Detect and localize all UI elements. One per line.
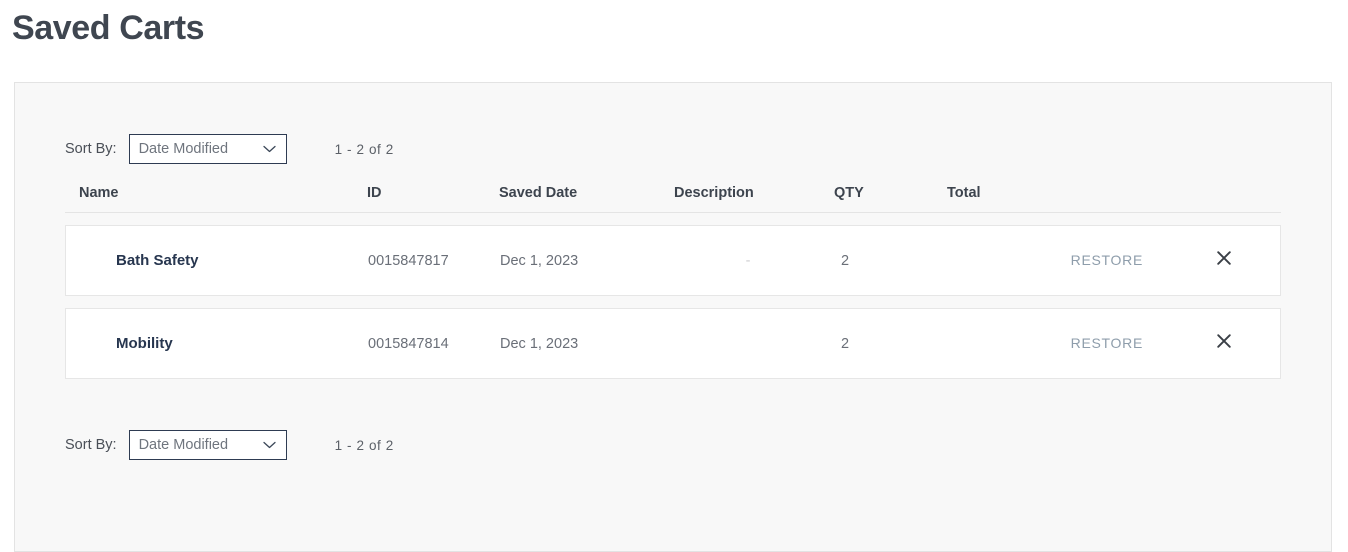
chevron-down-icon xyxy=(262,441,276,449)
cart-name: Bath Safety xyxy=(116,252,199,269)
cart-saved-date: Dec 1, 2023 xyxy=(500,252,579,269)
cart-description: - xyxy=(745,252,751,269)
column-header-id: ID xyxy=(367,185,382,201)
cart-id: 0015847814 xyxy=(368,335,449,352)
restore-link[interactable]: RESTORE xyxy=(1071,335,1143,351)
pagination-top: 1 - 2 of 2 xyxy=(334,141,394,157)
sort-by-select-bottom[interactable]: Date Modified xyxy=(128,430,287,460)
restore-link[interactable]: RESTORE xyxy=(1071,252,1143,268)
sort-by-select-value-bottom: Date Modified xyxy=(138,437,229,453)
remove-cart-cell xyxy=(1153,249,1266,272)
sort-by-label-bottom: Sort By: xyxy=(65,437,117,453)
chevron-down-icon xyxy=(262,145,276,153)
saved-carts-table: Name ID Saved Date Description QTY Total… xyxy=(65,171,1281,379)
cart-saved-date: Dec 1, 2023 xyxy=(500,335,579,352)
remove-cart-cell xyxy=(1153,332,1266,355)
sort-by-select-value-top: Date Modified xyxy=(138,141,229,157)
table-row[interactable]: Mobility 0015847814 Dec 1, 2023 2 RESTOR… xyxy=(65,308,1281,379)
column-header-name: Name xyxy=(79,185,119,201)
column-header-total: Total xyxy=(947,185,981,201)
table-row-content: Bath Safety 0015847817 Dec 1, 2023 - 2 R… xyxy=(80,226,1266,295)
close-icon[interactable] xyxy=(1215,249,1233,267)
sort-bar-top: Sort By: Date Modified 1 - 2 of 2 xyxy=(15,127,1331,171)
column-header-qty: QTY xyxy=(834,185,864,201)
page-title: Saved Carts xyxy=(12,9,205,47)
saved-carts-panel: Sort By: Date Modified 1 - 2 of 2 Name I… xyxy=(14,82,1332,552)
sort-bar-bottom: Sort By: Date Modified 1 - 2 of 2 xyxy=(15,423,1331,467)
table-row[interactable]: Bath Safety 0015847817 Dec 1, 2023 - 2 R… xyxy=(65,225,1281,296)
cart-name: Mobility xyxy=(116,335,173,352)
sort-by-select-top[interactable]: Date Modified xyxy=(128,134,287,164)
cart-total: RESTORE xyxy=(946,335,1153,352)
cart-id: 0015847817 xyxy=(368,252,449,269)
table-row-content: Mobility 0015847814 Dec 1, 2023 2 RESTOR… xyxy=(80,309,1266,378)
sort-by-label-top: Sort By: xyxy=(65,141,117,157)
cart-qty: 2 xyxy=(841,335,850,352)
column-header-saved-date: Saved Date xyxy=(499,185,578,201)
table-header-row: Name ID Saved Date Description QTY Total xyxy=(65,171,1281,213)
close-icon[interactable] xyxy=(1215,332,1233,350)
cart-qty: 2 xyxy=(841,252,850,269)
pagination-bottom: 1 - 2 of 2 xyxy=(334,437,394,453)
cart-total: RESTORE xyxy=(946,252,1153,269)
column-header-description: Description xyxy=(674,185,754,201)
